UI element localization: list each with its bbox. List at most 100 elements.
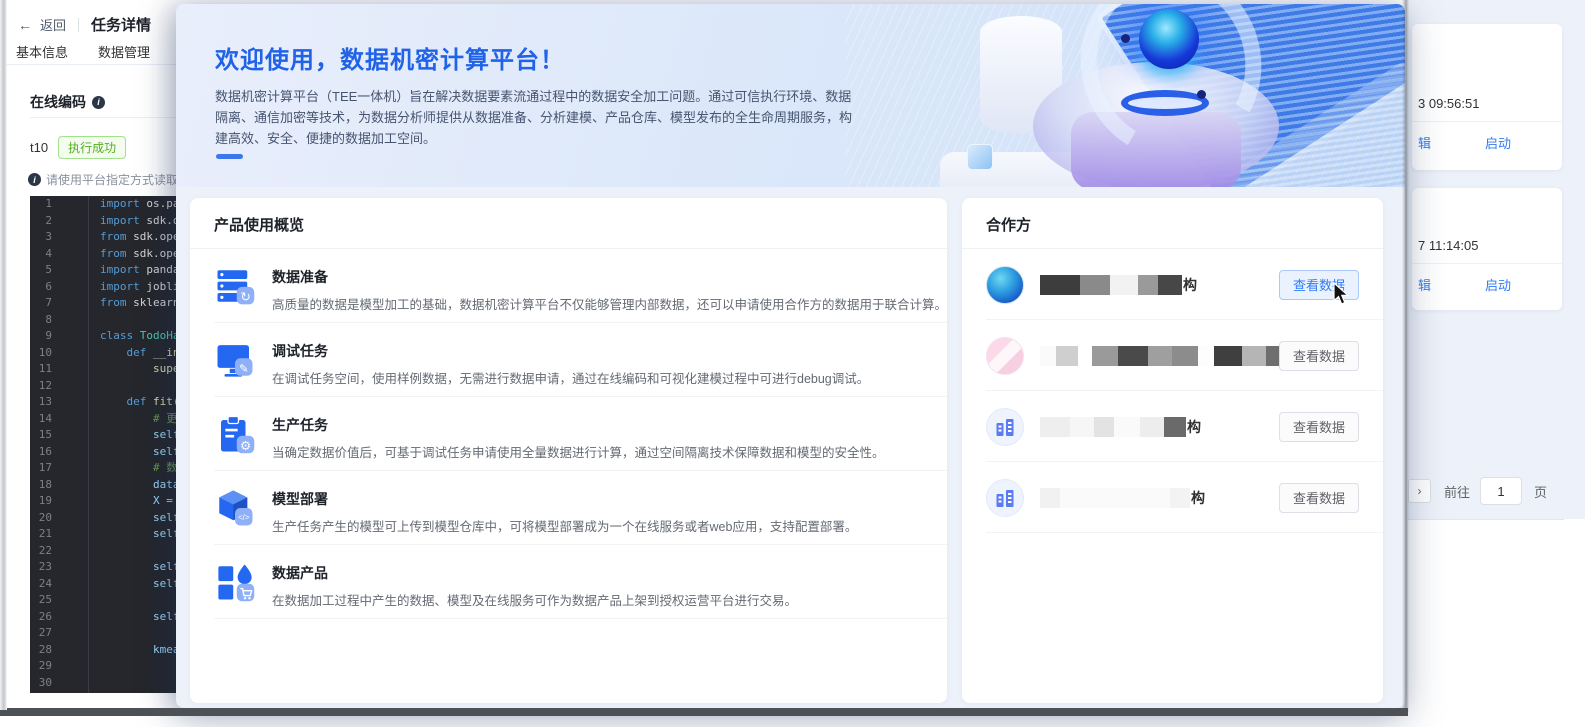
code-line: 20 self._ — [30, 510, 176, 527]
start-button[interactable]: 启动 — [1485, 275, 1511, 294]
banner-description: 数据机密计算平台（TEE一体机）旨在解决数据要素流通过程中的数据安全加工问题。通… — [215, 86, 863, 149]
back-arrow-icon[interactable]: ← — [18, 17, 32, 33]
redacted-name — [1040, 275, 1182, 295]
svg-text:</>: </> — [238, 513, 250, 522]
partner-name-suffix: 构 — [1187, 417, 1201, 437]
partner-avatar — [986, 337, 1024, 375]
code-line: 26 self._ — [30, 609, 176, 626]
code-line: 16 self._ — [30, 444, 176, 461]
code-line: 30 — [30, 675, 176, 692]
redacted-name — [1040, 346, 1279, 366]
production-task-icon: ⚙ — [214, 413, 256, 455]
code-text: data = — [60, 477, 176, 494]
line-number: 27 — [30, 625, 60, 642]
code-line: 3 from sdk.opera — [30, 229, 176, 246]
line-number: 8 — [30, 312, 60, 329]
overview-icon: ↻ ✎ ⚙ — [214, 265, 256, 307]
info-icon[interactable]: i — [92, 96, 105, 109]
welcome-dialog: 欢迎使用，数据机密计算平台！ 数据机密计算平台（TEE一体机）旨在解决数据要素流… — [176, 4, 1405, 708]
task-detail-page: ← 返回 任务详情 基本信息 数据管理 在线编码 i t10 执行成功 i 请使… — [0, 0, 176, 708]
code-line: 8 — [30, 312, 176, 329]
hero-illustration — [845, 4, 1405, 187]
code-line: 9 class TodoHand — [30, 328, 176, 345]
line-number: 5 — [30, 262, 60, 279]
code-line: 10 def __init — [30, 345, 176, 362]
next-page-button[interactable]: › — [1408, 479, 1431, 503]
line-number: 15 — [30, 427, 60, 444]
code-line: 17 # 数据 — [30, 460, 176, 477]
line-number: 29 — [30, 658, 60, 675]
banner-title: 欢迎使用，数据机密计算平台！ — [215, 40, 565, 75]
divider — [78, 18, 79, 32]
back-button[interactable]: 返回 — [40, 15, 66, 34]
code-line: 5 import pandas — [30, 262, 176, 279]
line-number: 21 — [30, 526, 60, 543]
line-number: 13 — [30, 394, 60, 411]
code-line: 29 — [30, 658, 176, 675]
dot-graphic — [1121, 34, 1130, 43]
code-text — [60, 312, 100, 329]
blue-ring-graphic — [1121, 90, 1209, 116]
redacted-name — [1040, 417, 1186, 437]
pagination: › 前往 页 — [1408, 477, 1585, 505]
code-text: class TodoHand — [60, 328, 176, 345]
view-data-button[interactable]: 查看数据 — [1279, 412, 1359, 442]
edit-button[interactable]: 辑 — [1418, 275, 1431, 294]
dot-graphic — [1197, 90, 1206, 99]
line-number: 17 — [30, 460, 60, 477]
code-editor[interactable]: 1 import os.path 2 import sdk.ope 3 from… — [30, 196, 176, 693]
line-number: 30 — [30, 675, 60, 692]
line-number: 4 — [30, 246, 60, 263]
code-text: self._ — [60, 526, 176, 543]
view-data-label: 查看数据 — [1293, 349, 1345, 364]
overview-item-title: 生产任务 — [272, 415, 885, 435]
code-line: 22 — [30, 543, 176, 560]
overview-item-title: 调试任务 — [272, 341, 869, 361]
code-line: 21 self._ — [30, 526, 176, 543]
partners-card-title: 合作方 — [962, 198, 1383, 248]
tab-basic-info[interactable]: 基本信息 — [16, 42, 68, 61]
code-line: 23 self._ — [30, 559, 176, 576]
view-data-button[interactable]: 查看数据 — [1279, 341, 1359, 371]
task-timestamp: 7 11:14:05 — [1412, 238, 1562, 263]
line-number: 26 — [30, 609, 60, 626]
code-line: 11 super( — [30, 361, 176, 378]
code-line: 2 import sdk.ope — [30, 213, 176, 230]
background-right-surface: 3 09:56:51 辑 启动 7 11:14:05 辑 启动 › 前 — [1408, 0, 1585, 519]
overview-item-text: 调试任务 在调试任务空间，使用样例数据，无需进行数据申请，通过在线编码和可视化建… — [272, 339, 869, 387]
line-number: 11 — [30, 361, 60, 378]
overview-icon: ↻ ✎ ⚙ — [214, 413, 256, 455]
product-overview-card: 产品使用概览 ↻ ✎ — [190, 198, 947, 703]
view-data-label: 查看数据 — [1293, 491, 1345, 506]
code-text: self._ — [60, 559, 176, 576]
line-number: 24 — [30, 576, 60, 593]
code-text: from sdk.opera — [60, 229, 176, 246]
partner-name: 构 — [1040, 488, 1279, 508]
task-card-actions: 辑 启动 — [1412, 264, 1562, 305]
start-button[interactable]: 启动 — [1485, 133, 1511, 152]
partner-avatar — [986, 266, 1024, 304]
welcome-banner: 欢迎使用，数据机密计算平台！ 数据机密计算平台（TEE一体机）旨在解决数据要素流… — [176, 4, 1405, 187]
line-number: 7 — [30, 295, 60, 312]
edit-button[interactable]: 辑 — [1418, 133, 1431, 152]
view-data-button[interactable]: 查看数据 — [1279, 483, 1359, 513]
code-text: super( — [60, 361, 176, 378]
divider — [30, 117, 176, 118]
partners-card: 合作方 构 查看 — [962, 198, 1383, 703]
code-line: 28 kmeans — [30, 642, 176, 659]
page-input[interactable] — [1480, 477, 1522, 505]
code-text — [60, 378, 100, 395]
building-icon — [993, 486, 1017, 510]
partner-name: 构 — [1040, 275, 1279, 295]
divider — [1408, 519, 1564, 520]
code-text — [60, 658, 100, 675]
data-prep-icon: ↻ — [214, 265, 256, 307]
overview-item-desc: 在数据加工过程中产生的数据、模型及在线服务可作为数据产品上架到授权运营平台进行交… — [272, 590, 797, 609]
line-number: 10 — [30, 345, 60, 362]
online-coding-section: 在线编码 i — [30, 92, 105, 112]
task-card-actions: 辑 启动 — [1412, 122, 1562, 163]
code-text: import pandas — [60, 262, 176, 279]
tab-data-management[interactable]: 数据管理 — [98, 42, 150, 61]
code-text: self._ — [60, 576, 176, 593]
overview-item-text: 模型部署 生产任务产生的模型可上传到模型仓库中，可将模型部署成为一个在线服务或者… — [272, 487, 857, 535]
